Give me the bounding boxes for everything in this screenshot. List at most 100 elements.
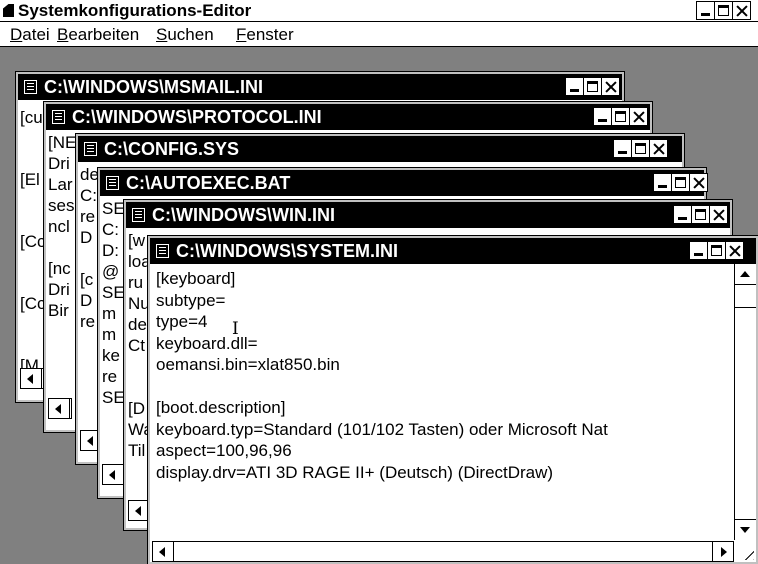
doc-window-system-ini[interactable]: C:\WINDOWS\SYSTEM.INI [keyboard] subtype=… (147, 235, 758, 564)
scroll-left-arrow-icon[interactable] (103, 465, 124, 484)
minimize-button[interactable] (565, 77, 584, 96)
doc-window-controls (613, 139, 668, 158)
doc-titlebar[interactable]: C:\WINDOWS\WIN.INI (126, 202, 730, 228)
close-button[interactable] (689, 173, 708, 192)
scroll-left-arrow-icon[interactable] (21, 369, 42, 388)
doc-titlebar[interactable]: C:\CONFIG.SYS (78, 136, 682, 162)
close-button[interactable] (629, 107, 648, 126)
text-line (20, 257, 46, 288)
doc-window-controls (565, 77, 620, 96)
minimize-button[interactable] (593, 107, 612, 126)
doc-window-controls (673, 205, 728, 224)
doc-window-controls (689, 241, 744, 260)
app-icon[interactable] (3, 4, 14, 17)
maximize-button[interactable] (714, 1, 733, 20)
close-button[interactable] (732, 1, 751, 20)
horizontal-scrollbar[interactable] (20, 368, 44, 389)
document-icon[interactable] (156, 244, 169, 258)
text-line: Dri (48, 280, 70, 299)
text-line: D (80, 291, 93, 310)
text-line: type=4 (156, 312, 208, 331)
text-line (20, 319, 46, 350)
doc-titlebar[interactable]: C:\WINDOWS\MSMAIL.INI (18, 74, 622, 100)
scroll-right-arrow-icon[interactable] (712, 542, 733, 561)
horizontal-scrollbar[interactable] (48, 398, 72, 419)
app-titlebar[interactable]: Systemkonfigurations-Editor (0, 0, 758, 22)
maximize-button[interactable] (631, 139, 650, 158)
text-line: m (102, 304, 117, 323)
doc-text: SE C: D: @ SE m m ke re SE (102, 198, 125, 408)
text-line (156, 376, 608, 398)
text-line: Dri (48, 154, 70, 173)
minimize-button[interactable] (696, 1, 715, 20)
document-icon[interactable] (106, 176, 119, 190)
scroll-left-arrow-icon[interactable] (129, 501, 150, 520)
menu-datei[interactable]: Datei (10, 25, 50, 45)
minimize-button[interactable] (653, 173, 672, 192)
scroll-thumb[interactable] (735, 286, 756, 308)
close-button[interactable] (725, 241, 744, 260)
minimize-button[interactable] (673, 205, 692, 224)
doc-window-controls (593, 107, 648, 126)
minimize-button[interactable] (689, 241, 708, 260)
document-icon[interactable] (24, 80, 37, 94)
doc-title: C:\CONFIG.SYS (104, 139, 240, 159)
horizontal-scrollbar[interactable] (152, 541, 734, 562)
menu-bearbeiten[interactable]: Bearbeiten (57, 25, 139, 45)
scroll-left-arrow-icon[interactable] (153, 542, 174, 561)
maximize-button[interactable] (671, 173, 690, 192)
text-line (20, 133, 46, 164)
scroll-up-arrow-icon[interactable] (735, 264, 756, 285)
document-icon[interactable] (132, 208, 145, 222)
text-line: display.drv=ATI 3D RAGE II+ (Deutsch) (D… (156, 462, 554, 482)
doc-titlebar[interactable]: C:\WINDOWS\SYSTEM.INI (150, 238, 756, 264)
text-line: subtype= (156, 290, 226, 310)
text-line: aspect=100,96,96 (156, 441, 292, 460)
document-icon[interactable] (84, 142, 97, 156)
text-line: SE (102, 388, 125, 407)
scroll-left-arrow-icon[interactable] (49, 399, 70, 418)
text-line: [nc (48, 259, 71, 278)
document-icon[interactable] (52, 110, 65, 124)
close-button[interactable] (709, 205, 728, 224)
doc-title: C:\AUTOEXEC.BAT (126, 173, 291, 193)
doc-title: C:\WINDOWS\SYSTEM.INI (176, 241, 398, 261)
maximize-button[interactable] (707, 241, 726, 260)
text-line (80, 248, 99, 269)
text-line (48, 237, 76, 258)
doc-titlebar[interactable]: C:\WINDOWS\PROTOCOL.INI (46, 104, 650, 130)
doc-text-area[interactable]: [keyboard] subtype= type=4 keyboard.dll= oem… (150, 264, 756, 562)
text-line: ses (48, 196, 75, 215)
text-cursor-icon: I (232, 319, 239, 339)
vertical-scrollbar[interactable] (734, 264, 756, 540)
close-button[interactable] (601, 77, 620, 96)
resize-grip-icon[interactable] (734, 540, 756, 562)
text-line: [keyboard] (156, 269, 236, 288)
minimize-button[interactable] (613, 139, 632, 158)
text-line: Bir (48, 301, 69, 320)
close-button[interactable] (649, 139, 668, 158)
horizontal-scrollbar[interactable] (102, 464, 126, 485)
maximize-button[interactable] (583, 77, 602, 96)
text-line: [El (20, 170, 40, 189)
scroll-down-arrow-icon[interactable] (735, 519, 756, 540)
text-line: D (80, 228, 93, 247)
doc-title: C:\WINDOWS\MSMAIL.INI (44, 77, 263, 97)
text-line: ncl (48, 217, 70, 236)
text-line: re (102, 367, 118, 386)
doc-text: de C: re D [c Dre (80, 164, 99, 332)
menu-fenster[interactable]: Fenster (236, 25, 294, 45)
doc-titlebar[interactable]: C:\AUTOEXEC.BAT (100, 170, 708, 196)
doc-title: C:\WINDOWS\WIN.INI (152, 205, 335, 225)
text-line: oemansi.bin=xlat850.bin (156, 355, 340, 374)
maximize-button[interactable] (611, 107, 630, 126)
text-line: C: (80, 186, 97, 205)
text-line: keyboard.dll= (156, 333, 258, 353)
maximize-button[interactable] (691, 205, 710, 224)
doc-title: C:\WINDOWS\PROTOCOL.INI (72, 107, 322, 127)
doc-text: [cu [El [Cc [Cc [M (20, 102, 46, 381)
menu-suchen[interactable]: Suchen (156, 25, 214, 45)
doc-text: [keyboard] subtype= type=4 keyboard.dll= oem… (156, 268, 608, 483)
text-line: [Cc (20, 294, 46, 313)
text-line: de (80, 165, 99, 184)
